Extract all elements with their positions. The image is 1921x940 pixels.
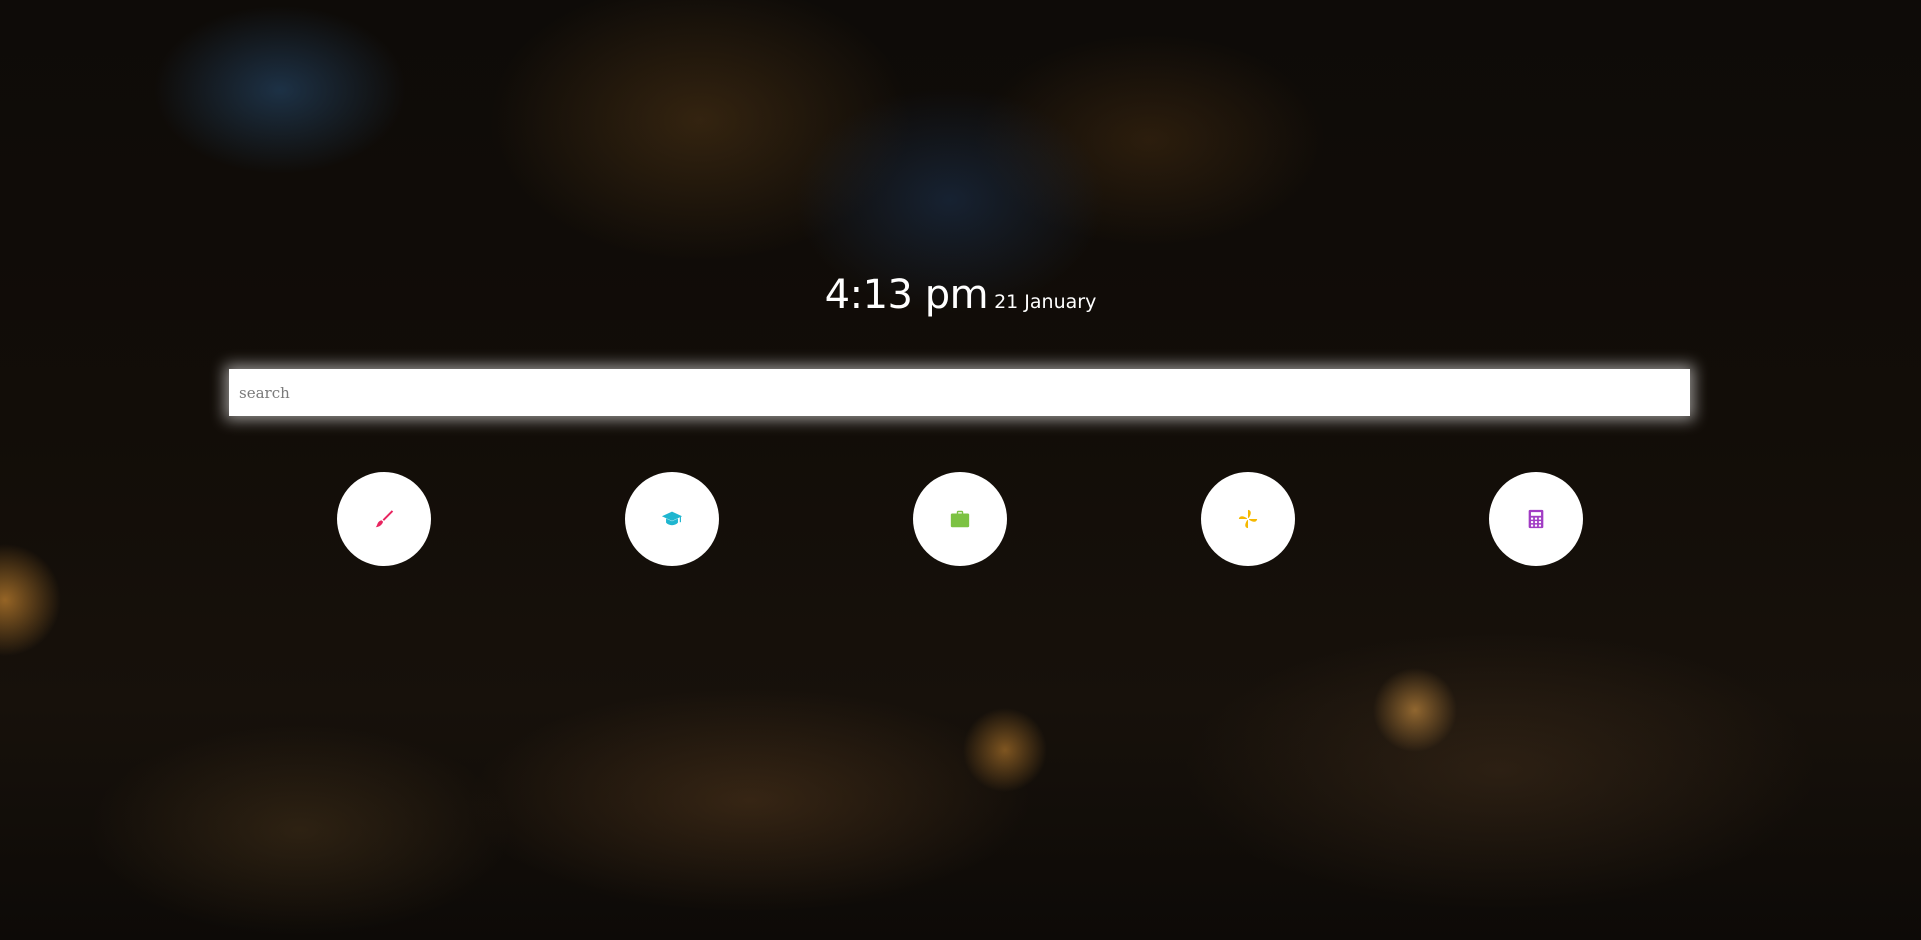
briefcase-icon — [950, 510, 970, 528]
shortcut-fun-button[interactable] — [1201, 472, 1295, 566]
shortcut-work-button[interactable] — [913, 472, 1007, 566]
shortcut-paintbrush-button[interactable] — [337, 472, 431, 566]
graduation-cap-icon — [661, 511, 683, 526]
clock: 4:13 pm 21 January — [0, 272, 1921, 318]
pinwheel-icon — [1238, 509, 1258, 529]
search-input[interactable] — [229, 369, 1690, 416]
calculator-icon — [1528, 509, 1544, 529]
shortcut-calculator-button[interactable] — [1489, 472, 1583, 566]
background-photo — [0, 0, 1921, 940]
search-box — [229, 369, 1690, 416]
shortcut-education-button[interactable] — [625, 472, 719, 566]
clock-date: 21 January — [994, 291, 1097, 313]
clock-time: 4:13 pm — [824, 272, 989, 318]
paintbrush-icon — [375, 510, 394, 528]
